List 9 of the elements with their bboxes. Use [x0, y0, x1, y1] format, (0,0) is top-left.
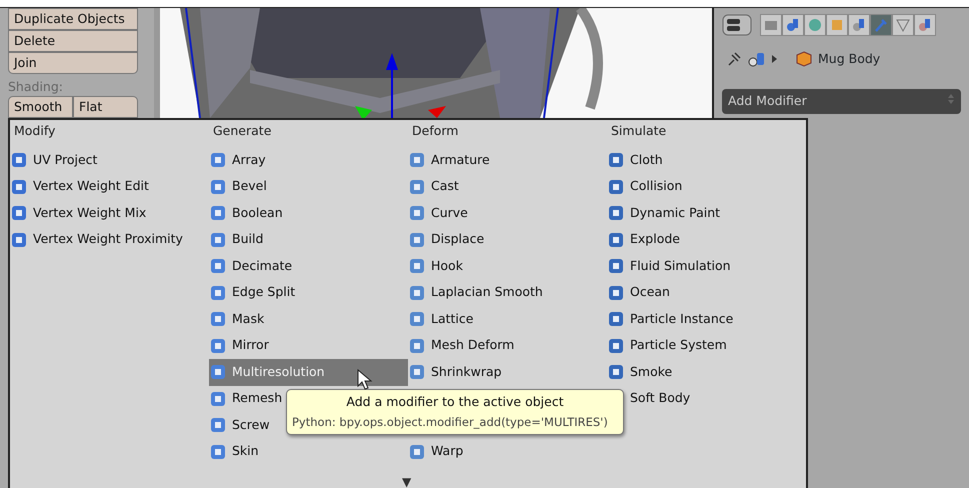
tooltip-python-command: Python: bpy.ops.object.modifier_add(type='MULTIRES')	[292, 414, 609, 431]
menu-column-heading: Simulate	[610, 123, 668, 140]
menu-column-heading: Modify	[13, 123, 56, 140]
menu-column-heading: Generate	[212, 123, 272, 140]
more-items-arrow: ▼	[402, 476, 412, 488]
object-name: Mug Body	[818, 50, 880, 68]
shading-label: Shading:	[8, 78, 64, 96]
menu-column-heading: Deform	[411, 123, 460, 140]
tooltip-description: Add a modifier to the active object	[345, 393, 565, 411]
